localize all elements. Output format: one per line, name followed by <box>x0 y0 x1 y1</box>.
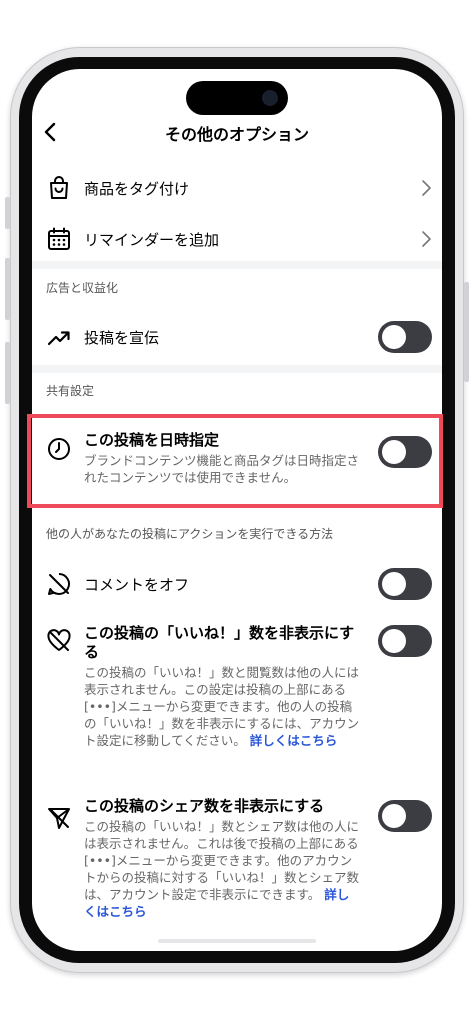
ads-section-header: 広告と収益化 <box>46 281 119 295</box>
camera-dot <box>262 90 278 106</box>
comments-off-label: コメントをオフ <box>84 576 190 594</box>
hide-shares-row: この投稿のシェア数を非表示にする この投稿の「いいね！」数とシェア数は他の人には… <box>32 794 442 934</box>
toggle-knob <box>382 325 406 349</box>
promote-post-row: 投稿を宣伝 <box>32 314 442 358</box>
trending-up-icon <box>47 331 70 346</box>
sharing-section-header: 共有設定 <box>46 384 95 398</box>
hide-shares-description: この投稿の「いいね！」数とシェア数は他の人には表示されません。これは後で投稿の上… <box>84 818 360 920</box>
calendar-icon <box>48 227 70 250</box>
chevron-right-icon <box>422 180 431 196</box>
add-reminder-label: リマインダーを追加 <box>84 231 220 249</box>
comment-off-icon <box>48 573 70 595</box>
hide-likes-title: この投稿の「いいね！」数を非表示にする <box>84 624 355 661</box>
screen: その他のオプション 商品をタグ付け リマインダーを追加 広告と収益化 投稿を宣伝… <box>32 69 442 951</box>
section-divider <box>32 261 442 269</box>
promote-post-toggle[interactable] <box>378 321 432 353</box>
tag-products-label: 商品をタグ付け <box>84 180 190 198</box>
silent-switch <box>5 197 10 229</box>
toggle-knob <box>382 629 406 653</box>
hide-likes-learn-more-link[interactable]: 詳しくはこちら <box>250 733 338 748</box>
navigation-bar: その他のオプション <box>32 111 442 157</box>
page-title: その他のオプション <box>164 125 309 144</box>
toggle-knob <box>382 572 406 596</box>
promote-post-label: 投稿を宣伝 <box>84 329 160 347</box>
heart-off-icon <box>47 629 71 651</box>
volume-down-button <box>5 342 10 404</box>
hide-shares-toggle[interactable] <box>378 800 432 832</box>
dynamic-island <box>186 81 288 115</box>
hide-shares-desc-text: この投稿の「いいね！」数とシェア数は他の人には表示されません。これは後で投稿の上… <box>84 819 360 902</box>
home-indicator <box>158 939 316 943</box>
comments-off-row: コメントをオフ <box>32 563 442 607</box>
hide-likes-description: この投稿の「いいね！」数と閲覧数は他の人には表示されません。この設定は投稿の上部… <box>84 664 360 749</box>
chevron-right-icon <box>422 231 431 247</box>
section-divider <box>32 365 442 373</box>
toggle-knob <box>382 804 406 828</box>
add-reminder-row[interactable]: リマインダーを追加 <box>32 213 442 263</box>
hide-likes-toggle[interactable] <box>378 625 432 657</box>
hide-likes-row: この投稿の「いいね！」数を非表示にする この投稿の「いいね！」数と閲覧数は他の人… <box>32 617 442 777</box>
hide-shares-title: この投稿のシェア数を非表示にする <box>84 797 325 815</box>
share-off-icon <box>48 808 70 829</box>
actions-section-header: 他の人があなたの投稿にアクションを実行できる方法 <box>46 527 334 541</box>
highlight-box <box>27 414 443 508</box>
shopping-bag-icon <box>50 176 68 199</box>
power-button <box>464 282 469 382</box>
comments-off-toggle[interactable] <box>378 568 432 600</box>
tag-products-row[interactable]: 商品をタグ付け <box>32 163 442 213</box>
volume-up-button <box>5 258 10 320</box>
